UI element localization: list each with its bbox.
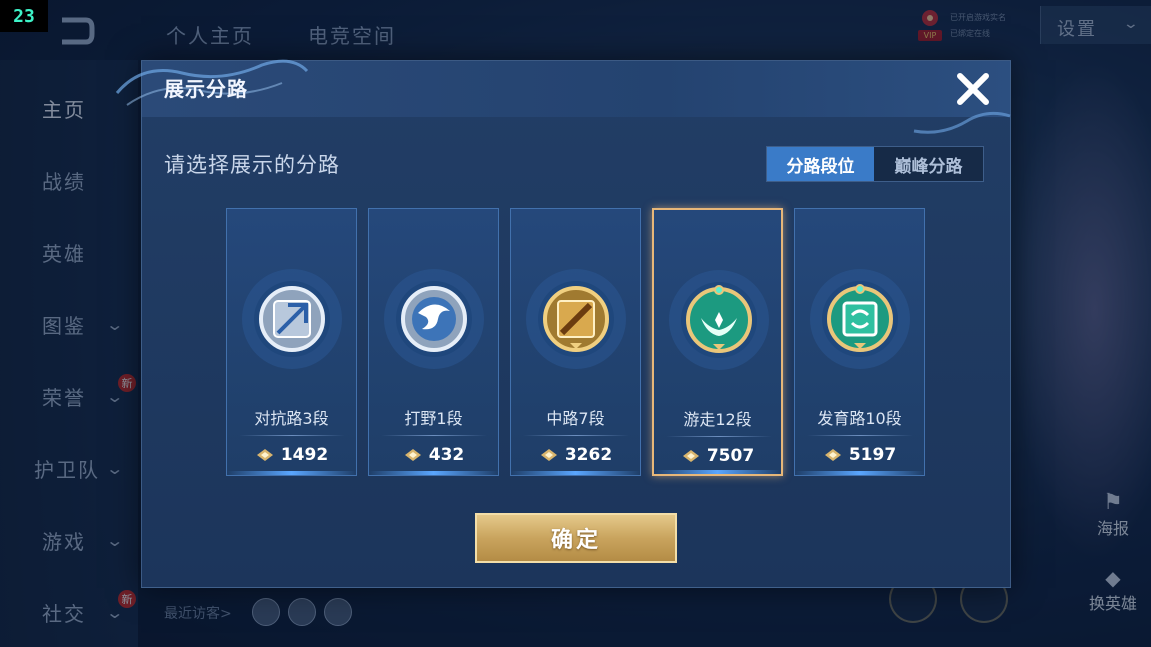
score-icon: [824, 449, 841, 461]
lane-display-dialog: 展示分路 请选择展示的分路 分路段位 巅峰分路 对抗路3段 1492 打野1段 …: [115, 59, 1011, 588]
divider: [239, 435, 345, 436]
lane-rank-label: 打野1段: [404, 409, 463, 428]
lane-rank-label: 游走12段: [683, 410, 752, 429]
divider: [381, 435, 487, 436]
roam-badge-icon: [669, 270, 769, 370]
score-icon: [256, 449, 273, 461]
confirm-label: 确定: [550, 528, 601, 553]
lane-score: 5197: [795, 445, 924, 465]
score-icon: [404, 449, 421, 461]
lane-rank-label: 中路7段: [546, 409, 605, 428]
lane-score: 3262: [511, 445, 640, 465]
lane-score: 432: [369, 445, 498, 465]
lane-rank-label: 对抗路3段: [254, 409, 329, 428]
divider: [807, 435, 913, 436]
clash-lane-badge-icon: [242, 269, 342, 369]
lane-score: 7507: [654, 446, 781, 466]
farm-lane-badge-icon: [810, 269, 910, 369]
lane-card-clash[interactable]: 对抗路3段 1492: [226, 208, 357, 476]
dialog-title: 展示分路: [164, 77, 248, 101]
lane-card-farm[interactable]: 发育路10段 5197: [794, 208, 925, 476]
tab-peak-lane[interactable]: 巅峰分路: [875, 147, 982, 181]
lane-score-value: 1492: [280, 445, 329, 465]
lane-score: 1492: [227, 445, 356, 465]
jungle-badge-icon: [384, 269, 484, 369]
lane-rank-label: 发育路10段: [817, 409, 902, 428]
lane-mode-toggle: 分路段位 巅峰分路: [766, 146, 984, 182]
close-icon[interactable]: [952, 68, 994, 110]
divider: [666, 436, 772, 437]
lane-score-value: 432: [428, 445, 465, 465]
lane-score-value: 3262: [564, 445, 613, 465]
confirm-button[interactable]: 确定: [475, 513, 677, 563]
fps-counter: 23: [0, 0, 48, 32]
lane-card-roam[interactable]: 游走12段 7507: [652, 208, 783, 476]
lane-card-mid[interactable]: 中路7段 3262: [510, 208, 641, 476]
tab-lane-rank[interactable]: 分路段位: [767, 147, 874, 181]
lane-score-value: 5197: [848, 445, 897, 465]
divider: [523, 435, 629, 436]
score-icon: [540, 449, 557, 461]
dialog-subtitle: 请选择展示的分路: [164, 153, 340, 177]
lane-score-value: 7507: [706, 446, 755, 466]
lane-card-jungle[interactable]: 打野1段 432: [368, 208, 499, 476]
mid-lane-badge-icon: [526, 269, 626, 369]
score-icon: [682, 450, 699, 462]
